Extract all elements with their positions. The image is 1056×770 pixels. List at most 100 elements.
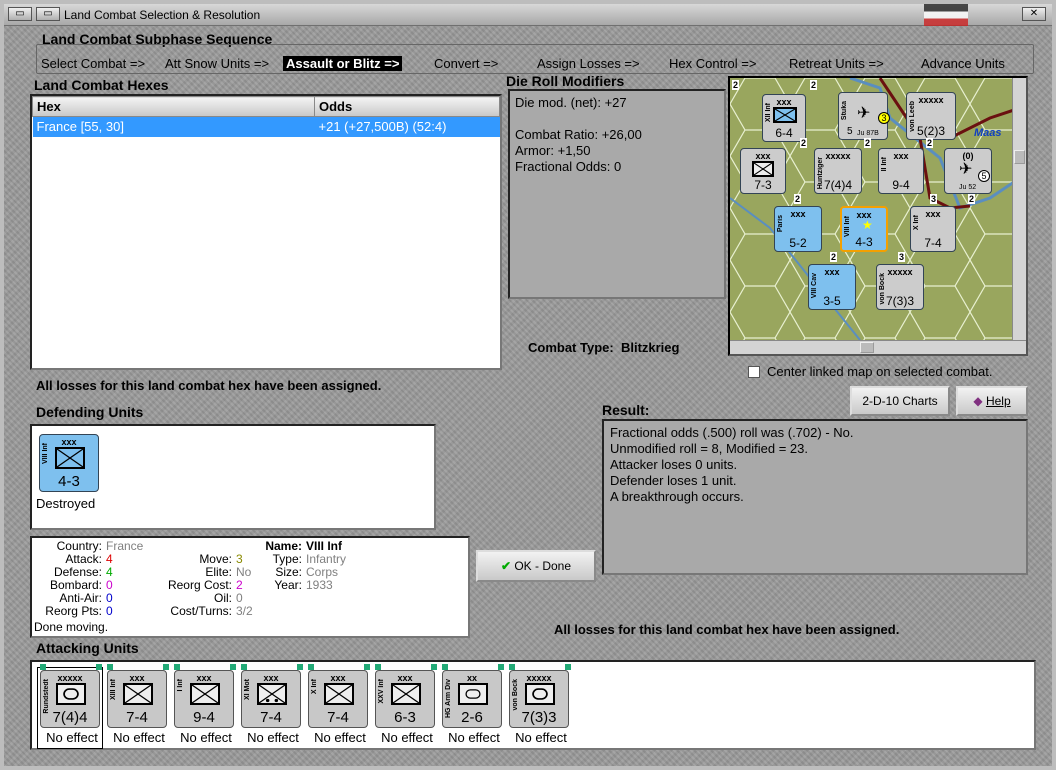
help-book-icon: ◆ <box>973 394 983 408</box>
defending-unit-counter[interactable]: xxx VIII Inf 4-3 <box>39 434 99 492</box>
result-line: Attacker loses 0 units. <box>610 457 738 472</box>
system-menu-icon[interactable]: ▭ <box>8 7 32 21</box>
attacking-unit-counter[interactable]: xxx XI Mot 7-4 <box>241 670 301 728</box>
map-counter[interactable]: xxxxx Huntziger 7(4)4 <box>814 148 862 194</box>
modifier-line: Die mod. (net): +27 <box>515 95 627 110</box>
help-button[interactable]: ◆ Help <box>956 386 1028 416</box>
stack-count: 2 <box>810 80 818 90</box>
attacking-unit[interactable]: xxx I Inf 9-4 No effect <box>172 664 236 748</box>
losses-note-top: All losses for this land combat hex have… <box>36 378 382 393</box>
map-counter[interactable]: xxx VIII Cav 3-5 <box>808 264 856 310</box>
hexes-list[interactable]: Hex Odds France [55, 30] +21 (+27,500B) … <box>30 94 502 370</box>
modifier-line: Fractional Odds: 0 <box>515 159 622 174</box>
dialog-window: ▭ ▭ Land Combat Selection & Resolution ✕… <box>0 0 1056 770</box>
stack-count: 3 <box>898 252 906 262</box>
window-title: Land Combat Selection & Resolution <box>64 8 261 22</box>
charts-button[interactable]: 2-D-10 Charts <box>850 386 950 416</box>
attacking-unit-counter[interactable]: xxx XIII Inf 7-4 <box>107 670 167 728</box>
german-flag-icon <box>924 4 968 26</box>
attacking-unit[interactable]: xxx XIII Inf 7-4 No effect <box>105 664 169 748</box>
map-v-scrollbar[interactable] <box>1012 78 1026 340</box>
infantry-icon <box>123 683 153 705</box>
center-map-label: Center linked map on selected combat. <box>767 364 993 379</box>
stack-count: 2 <box>926 138 934 148</box>
title-bar: ▭ ▭ Land Combat Selection & Resolution ✕ <box>4 4 1052 26</box>
table-row[interactable]: France [55, 30] +21 (+27,500B) (52:4) <box>32 116 500 137</box>
attacking-unit[interactable]: xxx XXV Inf 6-3 No effect <box>373 664 437 748</box>
unit-details-panel: Country: Attack: Defense: Bombard: Anti-… <box>30 536 470 638</box>
step-assign-losses[interactable]: Assign Losses => <box>537 56 640 71</box>
infantry-icon <box>190 683 220 705</box>
attacking-unit[interactable]: xxxxx Rundstedt 7(4)4 No effect <box>37 664 103 749</box>
modifiers-panel: Die mod. (net): +27 Combat Ratio: +26,00… <box>508 89 726 299</box>
step-assault-or-blitz[interactable]: Assault or Blitz => <box>283 56 403 71</box>
close-icon[interactable]: ✕ <box>1022 7 1046 21</box>
step-select-combat[interactable]: Select Combat => <box>41 56 145 71</box>
status-dot <box>364 664 370 670</box>
h-scroll-thumb[interactable] <box>860 342 874 353</box>
linked-map[interactable]: Maas xxx XII Inf 6-4 Stuka ✈ 5 Ju 87B xxx… <box>728 76 1028 356</box>
restore-icon[interactable]: ▭ <box>36 7 60 21</box>
map-counter[interactable]: xxxxx von Leeb 5(2)3 <box>906 92 956 140</box>
attacking-unit[interactable]: xxx X Inf 7-4 No effect <box>306 664 370 748</box>
mission-badge: 3 <box>878 112 890 124</box>
map-counter[interactable]: xxx II Inf 9-4 <box>878 148 924 194</box>
attacking-unit-counter[interactable]: xxx X Inf 7-4 <box>308 670 368 728</box>
result-line: Unmodified roll = 8, Modified = 23. <box>610 441 808 456</box>
attacking-unit-status: No effect <box>381 730 433 745</box>
status-dot <box>163 664 169 670</box>
column-hex[interactable]: Hex <box>32 96 315 117</box>
attacking-unit-status: No effect <box>46 730 98 745</box>
attacking-unit-counter[interactable]: xxx I Inf 9-4 <box>174 670 234 728</box>
hexes-title: Land Combat Hexes <box>34 77 169 93</box>
attacking-unit-counter[interactable]: xxx XXV Inf 6-3 <box>375 670 435 728</box>
step-convert[interactable]: Convert => <box>434 56 498 71</box>
status-dot <box>442 664 448 670</box>
step-att-snow-units[interactable]: Att Snow Units => <box>165 56 269 71</box>
status-dot <box>308 664 314 670</box>
attacking-unit-status: No effect <box>113 730 165 745</box>
ok-button-label: OK - Done <box>514 559 572 573</box>
reorg-value: 0 <box>106 604 113 618</box>
attacking-units-panel: xxxxx Rundstedt 7(4)4 No effect xxx XIII Inf 7… <box>30 660 1036 750</box>
attacking-unit[interactable]: xx HG Arm Div 2-6 No effect <box>440 664 504 748</box>
column-odds[interactable]: Odds <box>314 96 500 117</box>
map-counter[interactable]: xxx X Inf 7-4 <box>910 206 956 252</box>
map-counter[interactable]: xxx XII Inf 6-4 <box>762 94 806 142</box>
stack-count: 2 <box>794 194 802 204</box>
costturns-value: 3/2 <box>236 604 253 618</box>
v-scroll-thumb[interactable] <box>1014 150 1025 164</box>
status-dot <box>174 664 180 670</box>
step-advance-units[interactable]: Advance Units <box>921 56 1005 71</box>
map-counter-defender[interactable]: xxx VIII Inf ★ 4-3 <box>840 206 888 252</box>
modifier-line: Combat Ratio: +26,00 <box>515 127 642 142</box>
attacking-unit-counter[interactable]: xx HG Arm Div 2-6 <box>442 670 502 728</box>
status-dot <box>498 664 504 670</box>
infantry-icon <box>55 447 85 469</box>
losses-note-bottom: All losses for this land combat hex have… <box>554 622 900 637</box>
center-map-checkbox[interactable] <box>748 366 760 378</box>
year-value: 1933 <box>306 578 333 592</box>
mission-badge: 5 <box>978 170 990 182</box>
stack-count: 2 <box>864 138 872 148</box>
attacking-unit-counter[interactable]: xxxxx von Bock 7(3)3 <box>509 670 569 728</box>
status-dot <box>96 664 102 670</box>
status-dot <box>375 664 381 670</box>
attacking-unit[interactable]: xxx XI Mot 7-4 No effect <box>239 664 303 748</box>
map-counter[interactable]: xxx 7-3 <box>740 148 786 194</box>
status-dot <box>565 664 571 670</box>
plane-icon: ✈ <box>959 161 973 178</box>
attacking-unit[interactable]: xxxxx von Bock 7(3)3 No effect <box>507 664 571 748</box>
status-dot <box>107 664 113 670</box>
step-retreat-units[interactable]: Retreat Units => <box>789 56 884 71</box>
step-hex-control[interactable]: Hex Control => <box>669 56 756 71</box>
map-h-scrollbar[interactable] <box>730 340 1026 354</box>
map-counter[interactable]: xxx Paris 5-2 <box>774 206 822 252</box>
stack-count: 2 <box>732 80 740 90</box>
modifier-line: Armor: +1,50 <box>515 143 591 158</box>
map-counter[interactable]: xxxxx von Bock 7(3)3 <box>876 264 924 310</box>
status-dot <box>509 664 515 670</box>
attacking-unit-counter[interactable]: xxxxx Rundstedt 7(4)4 <box>40 670 100 728</box>
ok-done-button[interactable]: ✔ OK - Done <box>476 550 596 582</box>
help-button-label: Help <box>985 394 1011 408</box>
